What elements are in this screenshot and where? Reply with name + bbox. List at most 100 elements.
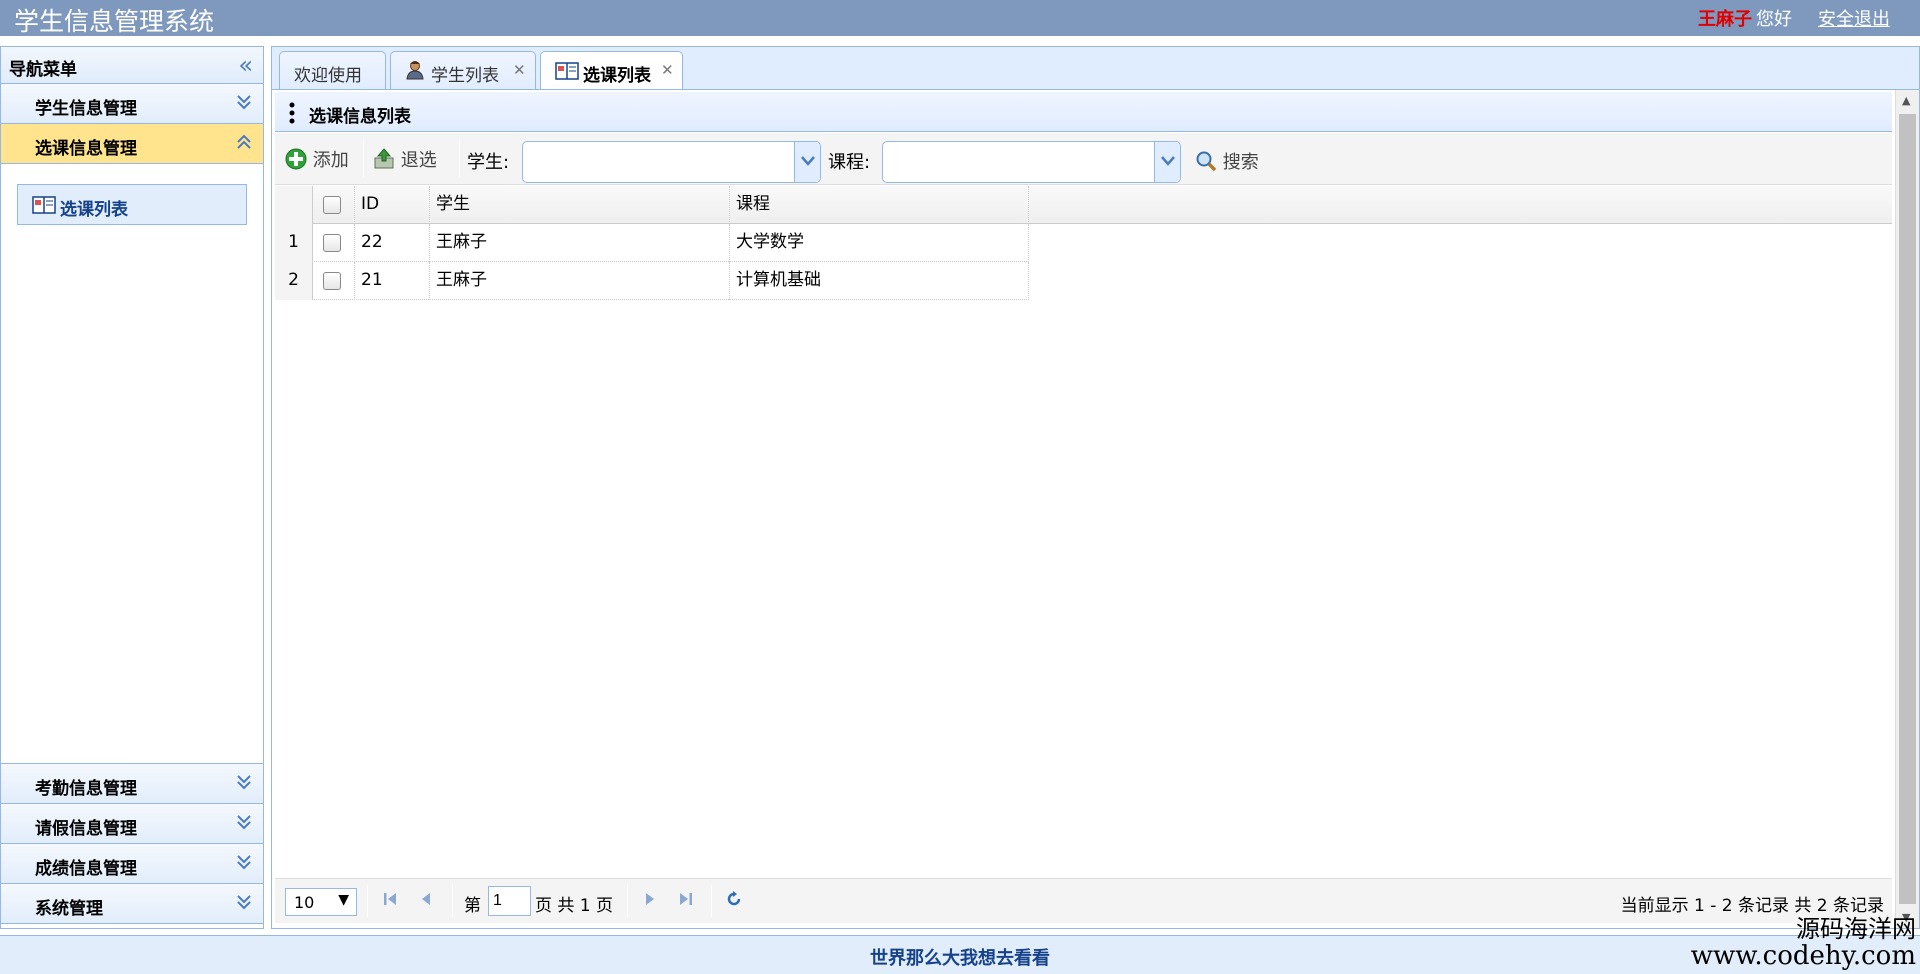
tab-label: 学生列表 (431, 66, 499, 86)
row-checkbox-cell (313, 224, 355, 262)
watermark-line-1: 源码海洋网 (1796, 915, 1916, 943)
page-suffix: 页 共 1 页 (535, 896, 614, 916)
first-page-icon (384, 893, 396, 905)
column-header-student[interactable]: 学生 (430, 186, 730, 224)
chevron-double-down-icon (235, 812, 253, 832)
search-icon (1196, 151, 1217, 172)
column-header-id[interactable]: ID (355, 186, 430, 224)
refresh-button[interactable] (725, 890, 743, 912)
watermark: 源码海洋网 www.codehy.com (1691, 916, 1916, 970)
panel-header: 选课信息列表 (275, 92, 1892, 132)
user-name: 王麻子 (1698, 9, 1752, 30)
student-filter-label: 学生: (467, 152, 510, 173)
sidebar-group-student[interactable]: 学生信息管理 (1, 84, 263, 124)
add-label: 添加 (312, 150, 349, 171)
pagination-bar: 10 ▼ 第 页 共 1 页 当前显示 1 - 2 条记录 共 2 条记录 (275, 878, 1892, 923)
panel-title: 选课信息列表 (309, 107, 411, 127)
prev-page-icon (422, 893, 430, 905)
sidebar-group-panel: 选课列表 (1, 164, 263, 764)
sidebar-group-label: 学生信息管理 (35, 99, 137, 119)
sidebar-item-label: 选课列表 (60, 200, 128, 220)
table-row[interactable]: 1 22 王麻子 大学数学 (275, 224, 1029, 262)
sidebar: 导航菜单 « 学生信息管理 选课信息管理 选课列表 考勤信息管理 请假信息管理 … (0, 46, 264, 929)
tab-welcome[interactable]: 欢迎使用 (279, 51, 386, 91)
footer: 世界那么大我想去看看 (0, 935, 1920, 974)
withdraw-label: 退选 (400, 150, 437, 171)
cell-student: 王麻子 (430, 224, 730, 262)
main-panel: 选课信息列表 添加 退选 学生: 课程: 搜索 ID 学生 课程 1 22 王麻… (271, 89, 1920, 929)
sidebar-group-label: 成绩信息管理 (35, 859, 137, 879)
withdraw-button[interactable]: 退选 (373, 146, 437, 172)
course-select[interactable] (882, 141, 1181, 183)
sidebar-group-attendance[interactable]: 考勤信息管理 (1, 764, 263, 804)
sidebar-group-grades[interactable]: 成绩信息管理 (1, 844, 263, 884)
collapse-left-icon[interactable]: « (238, 51, 253, 79)
sidebar-item-course-list[interactable]: 选课列表 (17, 184, 247, 225)
pager-separator (627, 885, 628, 917)
pager-separator (367, 885, 368, 917)
table-row[interactable]: 2 21 王麻子 计算机基础 (275, 262, 1029, 300)
last-page-button[interactable] (677, 890, 695, 912)
chevron-double-down-icon (235, 852, 253, 872)
book-icon (32, 196, 56, 218)
footer-text: 世界那么大我想去看看 (870, 948, 1050, 969)
tab-label: 欢迎使用 (294, 66, 362, 86)
sidebar-group-label: 考勤信息管理 (35, 779, 137, 799)
refresh-icon (727, 891, 741, 906)
chevron-double-down-icon (235, 92, 253, 112)
row-number: 2 (275, 262, 313, 300)
sidebar-group-label: 系统管理 (35, 899, 103, 919)
cell-course: 计算机基础 (730, 262, 1029, 300)
first-page-button[interactable] (381, 890, 399, 912)
chevron-down-icon[interactable] (1154, 142, 1180, 182)
sidebar-group-leave[interactable]: 请假信息管理 (1, 804, 263, 844)
user-area: 王麻子 您好 安全退出 (1698, 5, 1890, 31)
page-size-value: 10 (294, 893, 315, 912)
scroll-up-icon[interactable]: ▲ (1902, 94, 1910, 107)
toolbar: 添加 退选 学生: 课程: 搜索 (275, 133, 1892, 185)
vertical-scrollbar[interactable]: ▲ ▼ (1895, 90, 1919, 928)
chevron-double-up-icon (235, 132, 253, 152)
select-all-checkbox[interactable] (323, 196, 341, 214)
next-page-button[interactable] (641, 890, 659, 912)
sidebar-title: 导航菜单 (9, 60, 77, 80)
withdraw-icon (374, 148, 394, 169)
close-icon[interactable]: ✕ (513, 61, 526, 79)
grid-header: ID 学生 课程 (275, 186, 1892, 224)
cell-student: 王麻子 (430, 262, 730, 300)
student-select[interactable] (522, 141, 821, 183)
tab-label: 选课列表 (583, 66, 651, 86)
close-icon[interactable]: ✕ (661, 61, 674, 79)
prev-page-button[interactable] (417, 890, 435, 912)
add-button[interactable]: 添加 (285, 146, 349, 172)
search-label: 搜索 (1222, 152, 1259, 173)
watermark-line-2: www.codehy.com (1690, 941, 1916, 971)
sidebar-group-system[interactable]: 系统管理 (1, 884, 263, 924)
chevron-down-icon[interactable] (794, 142, 820, 182)
toolbar-separator (459, 141, 460, 177)
row-checkbox-cell (313, 262, 355, 300)
dropdown-arrow-icon: ▼ (338, 892, 349, 908)
cell-id: 22 (355, 224, 430, 262)
page-size-select[interactable]: 10 ▼ (285, 888, 357, 916)
row-checkbox[interactable] (323, 272, 341, 290)
book-icon (555, 62, 579, 85)
row-checkbox[interactable] (323, 234, 341, 252)
logout-link[interactable]: 安全退出 (1818, 9, 1890, 30)
course-filter-label: 课程: (828, 152, 871, 173)
search-button[interactable]: 搜索 (1195, 148, 1259, 174)
tab-course-list[interactable]: 选课列表 ✕ (540, 51, 683, 92)
sidebar-header: 导航菜单 « (1, 47, 263, 84)
pager-separator (452, 885, 453, 917)
column-header-course[interactable]: 课程 (730, 186, 1029, 224)
toolbar-separator (363, 141, 364, 177)
student-icon (405, 60, 425, 85)
top-header: 学生信息管理系统 王麻子 您好 安全退出 (0, 0, 1920, 36)
last-page-icon (680, 893, 692, 905)
page-number-input[interactable] (488, 886, 531, 916)
row-number: 1 (275, 224, 313, 262)
scrollbar-thumb[interactable] (1899, 114, 1916, 904)
cell-course: 大学数学 (730, 224, 1029, 262)
sidebar-group-course-selection[interactable]: 选课信息管理 (1, 124, 263, 164)
tab-student-list[interactable]: 学生列表 ✕ (390, 51, 536, 91)
